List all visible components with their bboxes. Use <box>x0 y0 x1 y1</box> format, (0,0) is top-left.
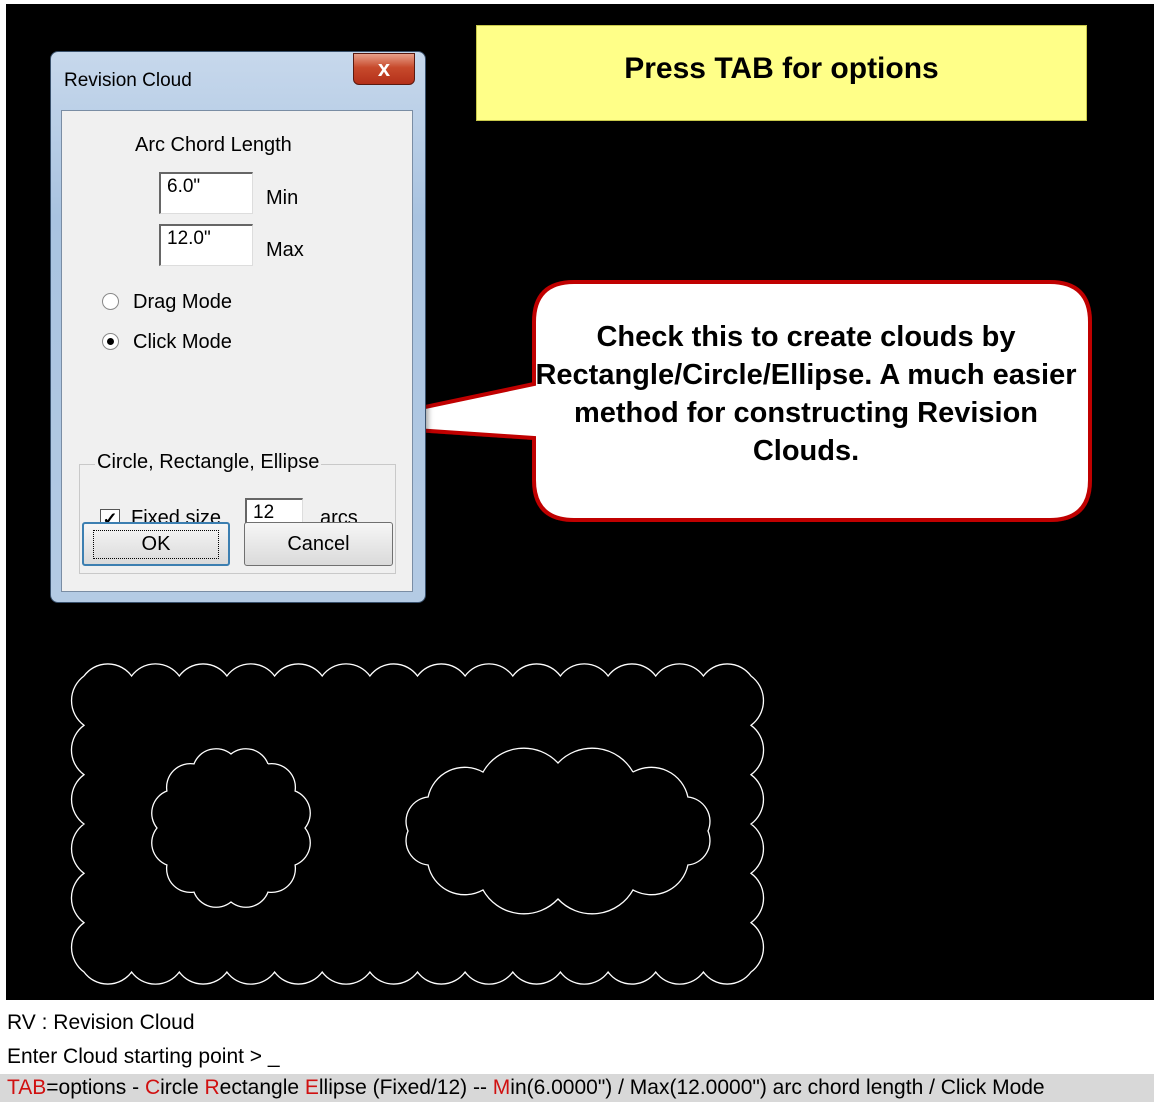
close-button[interactable]: x <box>353 53 415 85</box>
dialog-title: Revision Cloud <box>64 70 192 91</box>
min-chord-input[interactable]: 6.0" <box>159 172 253 214</box>
command-prompt-line[interactable]: Enter Cloud starting point > _ <box>0 1040 1154 1074</box>
ellipse-cloud <box>405 747 711 915</box>
dialog-body: Arc Chord Length 6.0" Min 12.0" Max Drag… <box>61 110 413 592</box>
drag-mode-label[interactable]: Drag Mode <box>133 291 232 314</box>
hotkey-ellipse: E <box>304 1076 319 1099</box>
radio-selected-dot <box>107 338 114 345</box>
min-label: Min <box>266 187 299 209</box>
ok-button-label: OK <box>92 529 220 559</box>
close-icon: x <box>377 56 391 81</box>
hotkey-circle: C <box>144 1076 161 1099</box>
ellipse-text: llipse (Fixed/12) -- <box>318 1076 493 1099</box>
chord-text: in(6.0000") / Max(12.0000") arc chord le… <box>510 1076 1045 1099</box>
command-history-line: RV : Revision Cloud <box>0 1006 1154 1040</box>
drag-mode-radio[interactable] <box>102 293 119 310</box>
click-mode-radio[interactable] <box>102 333 119 350</box>
command-options-line: TAB=options - Circle Rectangle Ellipse (… <box>0 1074 1154 1102</box>
group-title: Circle, Rectangle, Ellipse <box>95 451 322 474</box>
hotkey-min: M <box>492 1076 511 1099</box>
circle-text: ircle <box>160 1076 205 1099</box>
hotkey-tab: T <box>7 1076 19 1099</box>
max-label: Max <box>266 239 304 261</box>
hotkey-rectangle: R <box>204 1076 220 1099</box>
rectangle-cloud <box>70 663 765 985</box>
max-chord-input[interactable]: 12.0" <box>159 224 253 266</box>
ok-button[interactable]: OK <box>82 522 230 566</box>
hotkey-tab-rest: AB <box>18 1076 47 1099</box>
circle-cloud <box>151 748 311 908</box>
dialog-titlebar[interactable]: Revision Cloud x <box>51 52 425 110</box>
click-mode-label[interactable]: Click Mode <box>133 331 232 354</box>
callout-text: Check this to create clouds by Rectangle… <box>535 321 1077 467</box>
rectangle-text: ectangle <box>219 1076 305 1099</box>
options-hint-text: Press TAB for options <box>624 52 939 85</box>
options-text: =options - <box>46 1076 145 1099</box>
cancel-button[interactable]: Cancel <box>244 522 393 566</box>
revision-cloud-dialog: Revision Cloud x Arc Chord Length 6.0" M… <box>50 51 426 603</box>
options-hint-banner: Press TAB for options <box>476 25 1087 121</box>
arc-chord-length-label: Arc Chord Length <box>135 134 292 156</box>
